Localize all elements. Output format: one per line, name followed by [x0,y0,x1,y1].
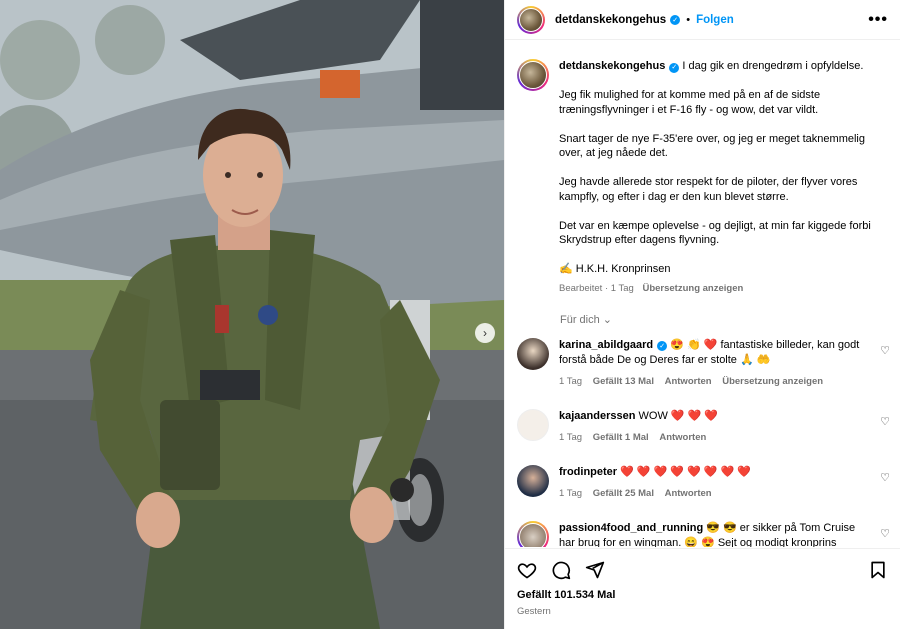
follow-button[interactable]: Folgen [696,14,734,26]
share-send-icon[interactable] [585,560,605,580]
comment-username[interactable]: passion4food_and_running [559,522,703,534]
post-image: › [0,0,504,629]
post-caption: detdanskekongehus ✓ I dag gik en drengedr… [505,41,900,297]
separator-dot: • [686,13,691,26]
caption-line-3: Snart tager de nye F-35'ere over, og jeg… [559,132,865,160]
for-you-filter[interactable]: Für dich ⌄ [560,313,900,326]
caption-line-4: Jeg havde allerede stor respekt for de p… [559,176,858,203]
caption-edited: Bearbeitet · 1 Tag [559,283,634,294]
comment-item: kajaanderssen WOW ❤️ ❤️ ❤️ 1 Tag Gefällt… [505,408,900,445]
comment-bubble-icon[interactable] [551,560,571,580]
reply-button[interactable]: Antworten [659,432,706,443]
post-header: detdanskekongehus ✓ • Folgen ••• [505,0,900,40]
post-likes-count[interactable]: Gefällt 101.534 Mal [517,589,888,601]
commenter-avatar[interactable] [517,464,549,497]
like-comment-heart-icon[interactable]: ♡ [880,471,890,484]
comments-section[interactable]: detdanskekongehus ✓ I dag gik en drengedr… [505,41,900,547]
chevron-right-icon: › [483,326,487,340]
translate-link[interactable]: Übersetzung anzeigen [722,376,823,387]
caption-translate-link[interactable]: Übersetzung anzeigen [642,283,743,294]
caption-line-5: Det var en kæmpe oplevelse - og dejligt,… [559,219,871,247]
caption-line-1: I dag gik en drengedrøm i opfyldelse. [682,60,864,72]
post-actions: Gefällt 101.534 Mal Gestern [505,548,900,629]
commenter-avatar[interactable] [517,520,549,547]
bookmark-icon[interactable] [868,560,888,580]
like-comment-heart-icon[interactable]: ♡ [880,344,890,357]
photo-illustration [0,0,504,629]
post-date: Gestern [517,606,551,617]
comment-username[interactable]: kajaanderssen [559,410,635,422]
comment-time: 1 Tag [559,487,583,499]
caption-username[interactable]: detdanskekongehus [559,60,665,72]
like-comment-heart-icon[interactable]: ♡ [880,527,890,540]
comment-username[interactable]: frodinpeter [559,466,617,478]
comment-likes[interactable]: Gefällt 13 Mal [593,376,654,387]
comment-username[interactable]: karina_abildgaard [559,339,653,351]
next-image-button[interactable]: › [475,323,495,343]
verified-badge-icon: ✓ [669,63,680,74]
verified-badge-icon: ✓ [657,341,668,351]
comment-time: 1 Tag [559,431,583,443]
comment-text: ❤️ ❤️ ❤️ ❤️ ❤️ ❤️ ❤️ ❤️ [620,465,752,478]
like-comment-heart-icon[interactable]: ♡ [880,415,890,428]
comment-likes[interactable]: Gefällt 25 Mal [593,488,654,499]
author-avatar[interactable] [517,5,545,34]
caption-signature: ✍️ H.K.H. Kronprinsen [559,263,671,275]
more-options-icon[interactable]: ••• [868,11,888,29]
comment-item: karina_abildgaard ✓ 😍 👏 ❤️ fantastiske bi… [505,337,900,389]
comment-likes[interactable]: Gefällt 1 Mal [593,432,649,443]
caption-avatar[interactable] [517,59,549,91]
reply-button[interactable]: Antworten [665,376,712,387]
post-panel: detdanskekongehus ✓ • Folgen ••• detdans… [504,0,900,629]
author-username[interactable]: detdanskekongehus [555,14,666,26]
reply-button[interactable]: Antworten [665,488,712,499]
comment-item: frodinpeter ❤️ ❤️ ❤️ ❤️ ❤️ ❤️ ❤️ ❤️ 1 Ta… [505,464,900,501]
comment-text: WOW ❤️ ❤️ ❤️ [638,409,719,422]
verified-badge-icon: ✓ [670,14,681,25]
commenter-avatar[interactable] [517,337,549,370]
comment-item: passion4food_and_running 😎 😎 er sikker p… [505,520,900,547]
like-heart-icon[interactable] [517,560,537,580]
commenter-avatar[interactable] [517,408,549,441]
comment-time: 1 Tag [559,375,583,387]
caption-line-2: Jeg fik mulighed for at komme med på en … [559,89,821,116]
